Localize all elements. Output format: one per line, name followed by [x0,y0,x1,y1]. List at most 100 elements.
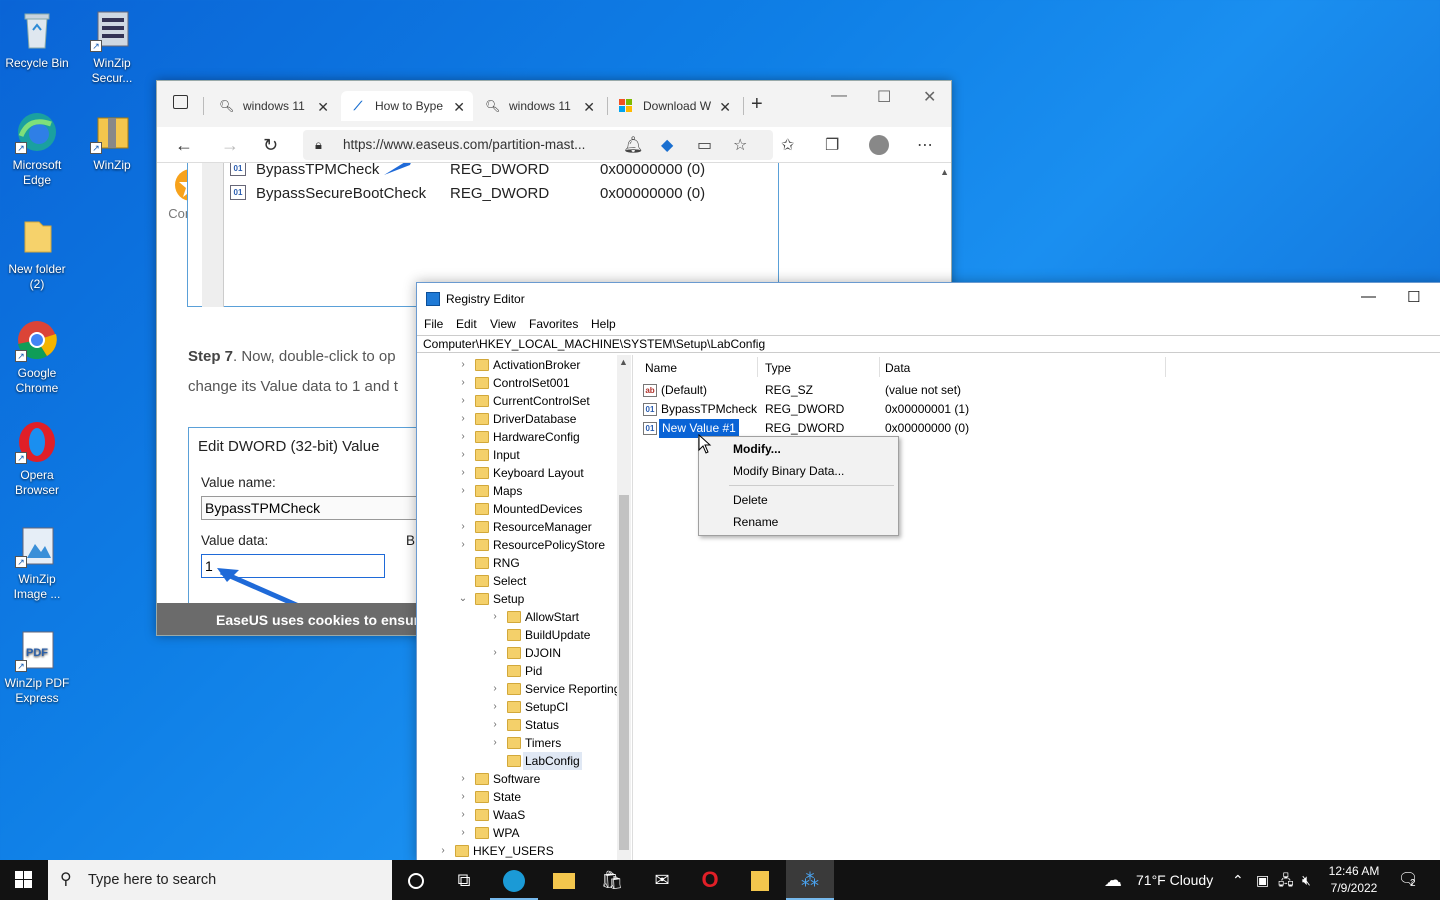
taskbar-search[interactable]: ⚲ Type here to search [48,860,392,900]
chevron-right-icon[interactable]: › [457,482,469,500]
taskbar-mail[interactable]: ✉ [638,860,686,900]
chevron-right-icon[interactable]: › [489,716,501,734]
tree-item-label: SetupCI [525,700,569,714]
coupons-icon[interactable]: ◆ [661,135,673,155]
tracking-prevention-icon[interactable]: 🔔︎ [623,135,643,155]
menu-view[interactable]: View [490,317,516,331]
value-row-bypasstpmcheck[interactable]: 01 BypassTPMcheck REG_DWORD 0x00000001 (… [639,400,1139,419]
tree-scrollbar[interactable]: ▲ [617,355,631,863]
chevron-right-icon[interactable]: › [457,428,469,446]
more-icon[interactable]: ⋯ [917,135,933,155]
profile-avatar[interactable] [869,135,889,155]
refresh-icon[interactable]: ↻ [263,135,278,156]
chevron-right-icon[interactable]: › [437,842,449,860]
chevron-right-icon[interactable]: › [457,806,469,824]
show-hidden-icons[interactable]: ⌃ [1232,860,1244,900]
close-tab-icon[interactable]: ✕ [317,99,329,116]
menu-item-modify-binary[interactable]: Modify Binary Data... [733,464,844,478]
tab-windows-11-search-2[interactable]: 🔍︎ windows 11 ✕ [475,91,603,121]
tab-actions-icon[interactable] [173,95,188,109]
collections-icon[interactable]: ❐ [825,135,839,155]
chevron-right-icon[interactable]: › [457,536,469,554]
desktop-icon-edge[interactable]: ↗ Microsoft Edge [0,110,74,188]
reading-view-icon[interactable]: ▭ [697,135,712,155]
new-tab-icon[interactable]: + [751,93,763,116]
desktop-icon-opera[interactable]: ↗ Opera Browser [0,420,74,498]
forward-icon[interactable]: → [221,135,239,156]
taskbar-registry-editor[interactable]: ⁂ [786,860,834,900]
maximize-icon[interactable]: ☐ [877,87,891,107]
menu-edit[interactable]: Edit [456,317,477,331]
chevron-right-icon[interactable]: › [457,446,469,464]
clock[interactable]: 12:46 AM 7/9/2022 [1318,863,1390,897]
scroll-up-icon[interactable]: ▲ [940,167,949,177]
start-button[interactable] [0,860,48,900]
close-tab-icon[interactable]: ✕ [719,99,731,116]
menu-file[interactable]: File [424,317,443,331]
chevron-right-icon[interactable]: › [457,392,469,410]
chevron-right-icon[interactable]: › [489,698,501,716]
taskbar-opera[interactable]: O [686,860,734,900]
tree-item-label: ResourcePolicyStore [493,538,606,552]
chevron-right-icon[interactable]: › [457,356,469,374]
menu-item-delete[interactable]: Delete [733,493,768,507]
chevron-down-icon[interactable]: ⌄ [457,590,469,608]
desktop-icon-winzip-image[interactable]: ↗ WinZip Image ... [0,524,74,602]
chevron-right-icon[interactable]: › [489,608,501,626]
chevron-right-icon[interactable]: › [457,374,469,392]
meet-now-icon[interactable]: ▣ [1256,860,1269,900]
scrollbar-thumb[interactable] [619,495,629,850]
menu-help[interactable]: Help [591,317,616,331]
column-data[interactable]: Data [885,361,910,375]
desktop-icon-recycle-bin[interactable]: Recycle Bin [0,8,74,71]
weather-text[interactable]: 71°F Cloudy [1136,860,1213,900]
chevron-right-icon[interactable]: › [457,464,469,482]
chevron-right-icon[interactable]: › [457,518,469,536]
column-type[interactable]: Type [765,361,791,375]
chevron-right-icon[interactable]: › [457,770,469,788]
folder-icon [475,809,489,821]
close-icon[interactable]: ✕ [923,87,936,107]
volume-icon[interactable]: 🔇︎ [1302,860,1311,900]
desktop-icon-winzip-pdf[interactable]: PDF ↗ WinZip PDF Express [0,628,74,706]
menu-item-modify[interactable]: Modify... [733,442,781,456]
network-icon[interactable]: 🖧︎ [1278,860,1294,900]
tab-windows-11-search[interactable]: 🔍︎ windows 11 ✕ [209,91,337,121]
taskbar-store[interactable]: 🛍︎ [588,860,636,900]
dword-icon: 01 [230,185,246,200]
column-name[interactable]: Name [645,361,677,375]
taskbar-edge[interactable] [490,860,538,900]
chevron-right-icon[interactable]: › [457,824,469,842]
chevron-right-icon[interactable]: › [489,644,501,662]
desktop-icon-winzip-secure[interactable]: ↗ WinZip Secur... [75,8,149,86]
minimize-icon[interactable]: — [831,87,847,105]
maximize-icon[interactable]: ☐ [1407,288,1420,306]
value-row-default[interactable]: ab (Default) REG_SZ (value not set) [639,381,1139,400]
chevron-right-icon[interactable]: › [457,410,469,428]
cortana-button[interactable] [392,860,440,900]
address-path[interactable]: Computer\HKEY_LOCAL_MACHINE\SYSTEM\Setup… [417,335,1440,353]
chevron-right-icon[interactable]: › [489,680,501,698]
chevron-right-icon[interactable]: › [457,788,469,806]
favorites-icon[interactable]: ✩ [781,135,794,155]
task-view-icon: ⧉ [457,870,471,890]
back-icon[interactable]: ← [175,135,193,156]
task-view-button[interactable]: ⧉ [440,860,488,900]
close-tab-icon[interactable]: ✕ [583,99,595,116]
add-favorite-icon[interactable]: ☆ [733,135,747,155]
close-tab-icon[interactable]: ✕ [453,99,465,116]
tab-how-to-bypass[interactable]: ⟋ How to Bype ✕ [341,91,473,121]
menu-favorites[interactable]: Favorites [529,317,578,331]
desktop-icon-new-folder[interactable]: New folder (2) [0,214,74,292]
desktop-icon-chrome[interactable]: ↗ Google Chrome [0,318,74,396]
taskbar-file-explorer[interactable] [540,860,588,900]
desktop-icon-winzip[interactable]: ↗ WinZip [75,110,149,173]
chevron-right-icon[interactable]: › [489,734,501,752]
taskbar-winzip[interactable] [736,860,784,900]
scroll-up-icon[interactable]: ▲ [619,357,628,367]
dword-dialog-screenshot: Edit DWORD (32-bit) Value Value name: By… [188,427,431,617]
menu-item-rename[interactable]: Rename [733,515,778,529]
minimize-icon[interactable]: — [1361,288,1376,305]
tab-download-windows[interactable]: Download W ✕ [609,91,739,121]
weather-icon[interactable]: ☁ [1104,860,1122,900]
